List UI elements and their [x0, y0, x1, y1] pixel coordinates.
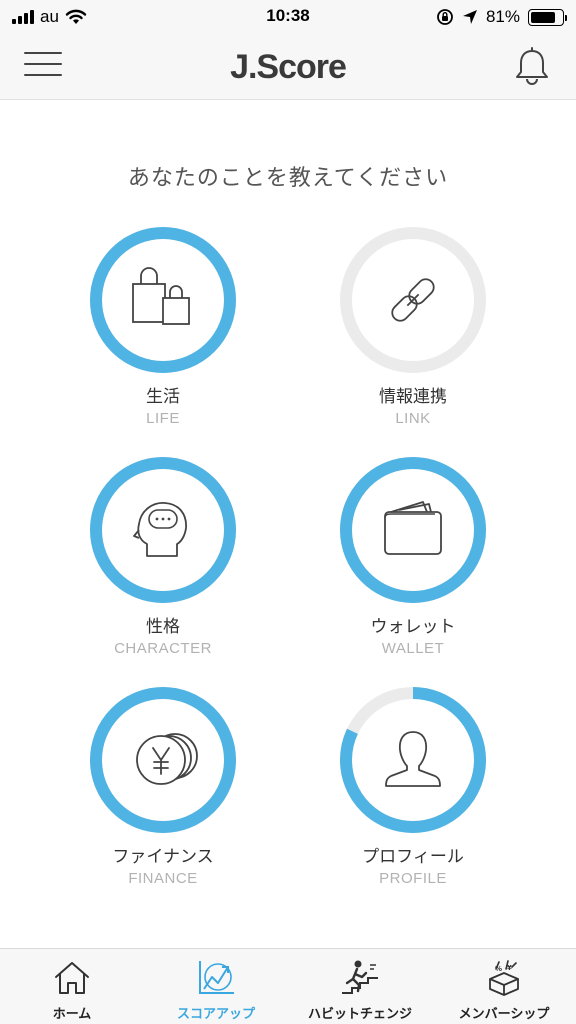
- app-header: J.Score: [0, 40, 576, 100]
- tab-label: ハビットチェンジ: [307, 1007, 412, 1022]
- category-label: 性格: [146, 617, 180, 637]
- battery-level: [531, 11, 556, 23]
- category-sublabel: LIFE: [146, 410, 180, 427]
- habit-change-stairs-icon: [342, 960, 378, 994]
- progress-ring: [87, 684, 239, 836]
- category-label: ウォレット: [370, 617, 456, 637]
- person-icon: [385, 731, 441, 787]
- category-card-character[interactable]: 性格 CHARACTER: [63, 454, 263, 657]
- tab-label: スコアアップ: [176, 1007, 255, 1022]
- category-label: ファイナンス: [112, 847, 214, 867]
- category-card-life[interactable]: 生活 LIFE: [63, 224, 263, 427]
- status-right: 81%: [436, 6, 567, 28]
- category-card-profile[interactable]: プロフィール PROFILE: [313, 684, 513, 887]
- category-sublabel: PROFILE: [379, 870, 447, 887]
- category-card-finance[interactable]: ファイナンス FINANCE: [63, 684, 263, 887]
- location-arrow-icon: [462, 10, 477, 24]
- head-thought-icon: [133, 502, 187, 557]
- status-bar: au 10:38 81%: [0, 0, 576, 40]
- tab-home[interactable]: ホーム: [0, 949, 144, 1024]
- page-prompt: あなたのことを教えてください: [127, 166, 449, 191]
- category-card-link[interactable]: 情報連携 LINK: [313, 224, 513, 427]
- battery-percent: 81%: [485, 7, 520, 26]
- tab-label: メンバーシップ: [458, 1007, 550, 1022]
- category-sublabel: FINANCE: [128, 870, 198, 887]
- membership-gift-icon: % ¥: [489, 960, 519, 996]
- orientation-lock-icon: [437, 9, 453, 25]
- category-label: プロフィール: [362, 847, 464, 867]
- progress-ring: [337, 454, 489, 606]
- notification-bell-icon[interactable]: [512, 46, 552, 88]
- progress-ring: [87, 224, 239, 376]
- progress-ring: [337, 224, 489, 376]
- bottom-tab-bar: ホーム スコアアップ ハビットチェンジ % ¥ メンバーシップ: [0, 948, 576, 1024]
- tab-label: ホーム: [52, 1007, 92, 1022]
- tab-membership[interactable]: % ¥ メンバーシップ: [432, 949, 576, 1024]
- progress-ring: [337, 684, 489, 836]
- yen-coins-icon: [136, 733, 198, 785]
- svg-text:¥: ¥: [507, 964, 512, 972]
- battery-icon: [528, 8, 567, 26]
- category-card-wallet[interactable]: ウォレット WALLET: [313, 454, 513, 657]
- score-up-chart-icon: [199, 961, 234, 994]
- category-label: 生活: [146, 387, 180, 407]
- svg-text:%: %: [495, 965, 502, 973]
- app-title: J.Score: [230, 48, 347, 86]
- wallet-icon: [384, 501, 442, 555]
- category-sublabel: CHARACTER: [114, 640, 212, 657]
- tab-score-up[interactable]: スコアアップ: [144, 949, 288, 1024]
- category-sublabel: LINK: [395, 410, 431, 427]
- category-sublabel: WALLET: [381, 640, 445, 657]
- progress-ring: [87, 454, 239, 606]
- category-label: 情報連携: [379, 387, 447, 407]
- tab-habit-change[interactable]: ハビットチェンジ: [288, 949, 432, 1024]
- home-icon: [55, 962, 89, 994]
- shopping-bags-icon: [132, 267, 190, 325]
- link-icon: [391, 278, 435, 322]
